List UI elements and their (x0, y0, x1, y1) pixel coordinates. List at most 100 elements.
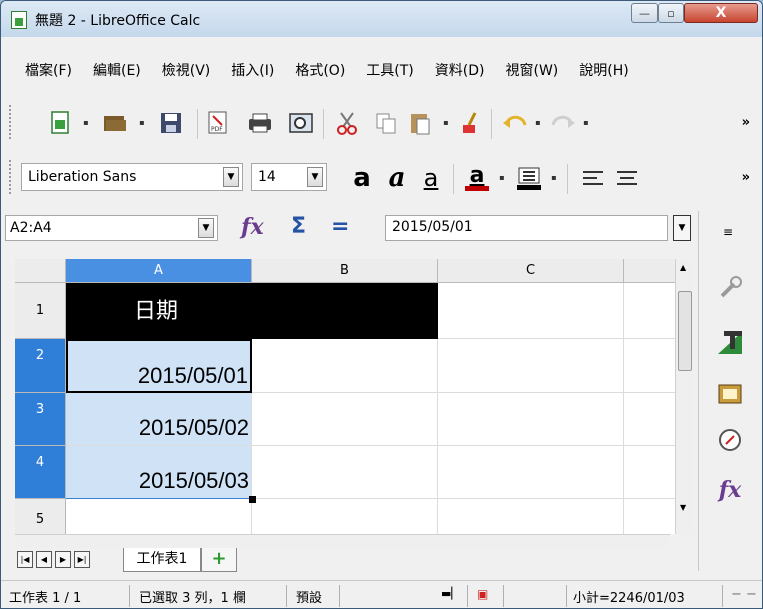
selection-sum[interactable]: 小計=2246/01/03 (573, 587, 685, 606)
menu-format[interactable]: 格式(O) (295, 59, 345, 83)
properties-icon[interactable] (713, 271, 747, 305)
export-pdf-icon[interactable]: PDF (204, 109, 232, 137)
scroll-up-icon[interactable]: ▲ (680, 263, 686, 272)
menu-file[interactable]: 檔案(F) (25, 59, 72, 83)
menu-tools[interactable]: 工具(T) (366, 59, 413, 83)
cell[interactable] (624, 339, 675, 393)
cell-b3[interactable] (252, 393, 438, 446)
scroll-down-icon[interactable]: ▼ (680, 503, 686, 512)
sum-icon[interactable]: Σ (291, 214, 306, 239)
first-sheet-icon[interactable]: |◀ (17, 551, 33, 568)
italic-button[interactable]: a (383, 163, 411, 193)
cell-a5[interactable] (66, 499, 252, 534)
close-button[interactable]: X (684, 3, 758, 23)
column-header[interactable]: C (438, 259, 624, 283)
open-folder-icon[interactable] (101, 109, 129, 137)
scrollbar-thumb[interactable] (678, 291, 692, 371)
document-modified-icon[interactable]: ▣ (477, 587, 488, 601)
menu-window[interactable]: 視窗(W) (506, 59, 559, 83)
font-name-box[interactable]: Liberation Sans ▼ (21, 163, 243, 191)
navigator-icon[interactable] (713, 423, 747, 457)
column-header[interactable] (624, 259, 675, 283)
row-header[interactable]: 3 (15, 393, 66, 446)
menu-view[interactable]: 檢視(V) (162, 59, 211, 83)
print-preview-icon[interactable] (287, 109, 315, 137)
undo-icon[interactable] (501, 109, 529, 137)
gallery-icon[interactable] (713, 375, 747, 409)
vertical-scrollbar[interactable]: ▲ ▼ (675, 259, 693, 534)
font-color-button[interactable]: a (463, 164, 491, 192)
align-left-icon[interactable] (579, 164, 607, 192)
sidebar-menu-icon[interactable]: ≡ (723, 225, 733, 239)
sheet-tab[interactable]: 工作表1 (123, 548, 201, 572)
cell-a2[interactable]: 2015/05/01 (66, 339, 252, 393)
cut-icon[interactable] (333, 109, 361, 137)
cell[interactable] (624, 283, 675, 339)
minimize-button[interactable]: — (631, 3, 658, 23)
cell-a1[interactable]: 日期 (66, 283, 438, 339)
functions-icon[interactable]: fx (713, 473, 747, 507)
new-document-icon[interactable] (47, 109, 75, 137)
toolbar-overflow-button[interactable]: » (742, 115, 750, 130)
cell-b5[interactable] (252, 499, 438, 534)
open-dropdown-icon[interactable]: ▪ (137, 118, 147, 128)
cell-b4[interactable] (252, 446, 438, 499)
font-color-dropdown-icon[interactable]: ▪ (497, 173, 507, 183)
menu-edit[interactable]: 編輯(E) (93, 59, 141, 83)
cell[interactable] (624, 446, 675, 499)
clone-formatting-icon[interactable] (457, 109, 485, 137)
function-icon[interactable]: = (331, 214, 349, 239)
align-center-icon[interactable] (613, 164, 641, 192)
last-sheet-icon[interactable]: ▶| (74, 551, 90, 568)
redo-dropdown-icon[interactable]: ▪ (581, 118, 591, 128)
toolbar-grip[interactable] (9, 105, 12, 139)
redo-icon[interactable] (549, 109, 577, 137)
prev-sheet-icon[interactable]: ◀ (36, 551, 52, 568)
underline-button[interactable]: a (417, 164, 445, 192)
paste-icon[interactable] (406, 109, 434, 137)
select-all-corner[interactable] (15, 259, 66, 283)
zoom-slider-icon[interactable]: − − (731, 587, 757, 602)
column-header[interactable]: A (66, 259, 252, 283)
page-style[interactable]: 預設 (296, 587, 322, 606)
copy-icon[interactable] (372, 109, 400, 137)
bold-button[interactable]: a (348, 163, 376, 193)
background-color-button[interactable] (515, 164, 543, 192)
next-sheet-icon[interactable]: ▶ (55, 551, 71, 568)
row-header[interactable]: 4 (15, 446, 66, 499)
cell-a3[interactable]: 2015/05/02 (66, 393, 252, 446)
add-sheet-button[interactable]: + (201, 548, 237, 572)
menu-help[interactable]: 說明(H) (579, 59, 628, 83)
chevron-down-icon[interactable]: ▼ (198, 218, 214, 238)
toolbar-overflow-button[interactable]: » (742, 170, 750, 185)
cell-c3[interactable] (438, 393, 624, 446)
cell-c1[interactable] (438, 283, 624, 339)
maximize-button[interactable]: ▫ (658, 3, 684, 23)
undo-dropdown-icon[interactable]: ▪ (533, 118, 543, 128)
font-size-box[interactable]: 14 ▼ (251, 163, 327, 191)
cell[interactable] (624, 393, 675, 446)
toolbar-grip[interactable] (9, 160, 12, 194)
print-icon[interactable] (246, 109, 274, 137)
function-wizard-icon[interactable]: fx (241, 214, 264, 240)
chevron-down-icon[interactable]: ▼ (223, 167, 239, 187)
expand-formula-icon[interactable]: ▼ (673, 215, 691, 241)
row-header[interactable]: 1 (15, 283, 66, 339)
autofill-handle[interactable] (249, 496, 256, 503)
cell-c4[interactable] (438, 446, 624, 499)
column-header[interactable]: B (252, 259, 438, 283)
horizontal-scrollbar[interactable] (15, 534, 670, 548)
spreadsheet-grid[interactable]: A B C 1 2 3 4 5 日期 2015/05/01 2015/05/02… (15, 259, 675, 534)
cell-c2[interactable] (438, 339, 624, 393)
chevron-down-icon[interactable]: ▼ (307, 167, 323, 187)
styles-icon[interactable] (713, 325, 747, 359)
menu-insert[interactable]: 插入(I) (231, 59, 274, 83)
cell-b2[interactable] (252, 339, 438, 393)
background-color-dropdown-icon[interactable]: ▪ (549, 173, 559, 183)
cell-c5[interactable] (438, 499, 624, 534)
insert-mode-icon[interactable]: ▬▏ (441, 587, 460, 600)
cell-a4[interactable]: 2015/05/03 (66, 446, 252, 499)
row-header[interactable]: 5 (15, 499, 66, 534)
name-box[interactable]: A2:A4 ▼ (5, 215, 218, 241)
menu-data[interactable]: 資料(D) (435, 59, 485, 83)
